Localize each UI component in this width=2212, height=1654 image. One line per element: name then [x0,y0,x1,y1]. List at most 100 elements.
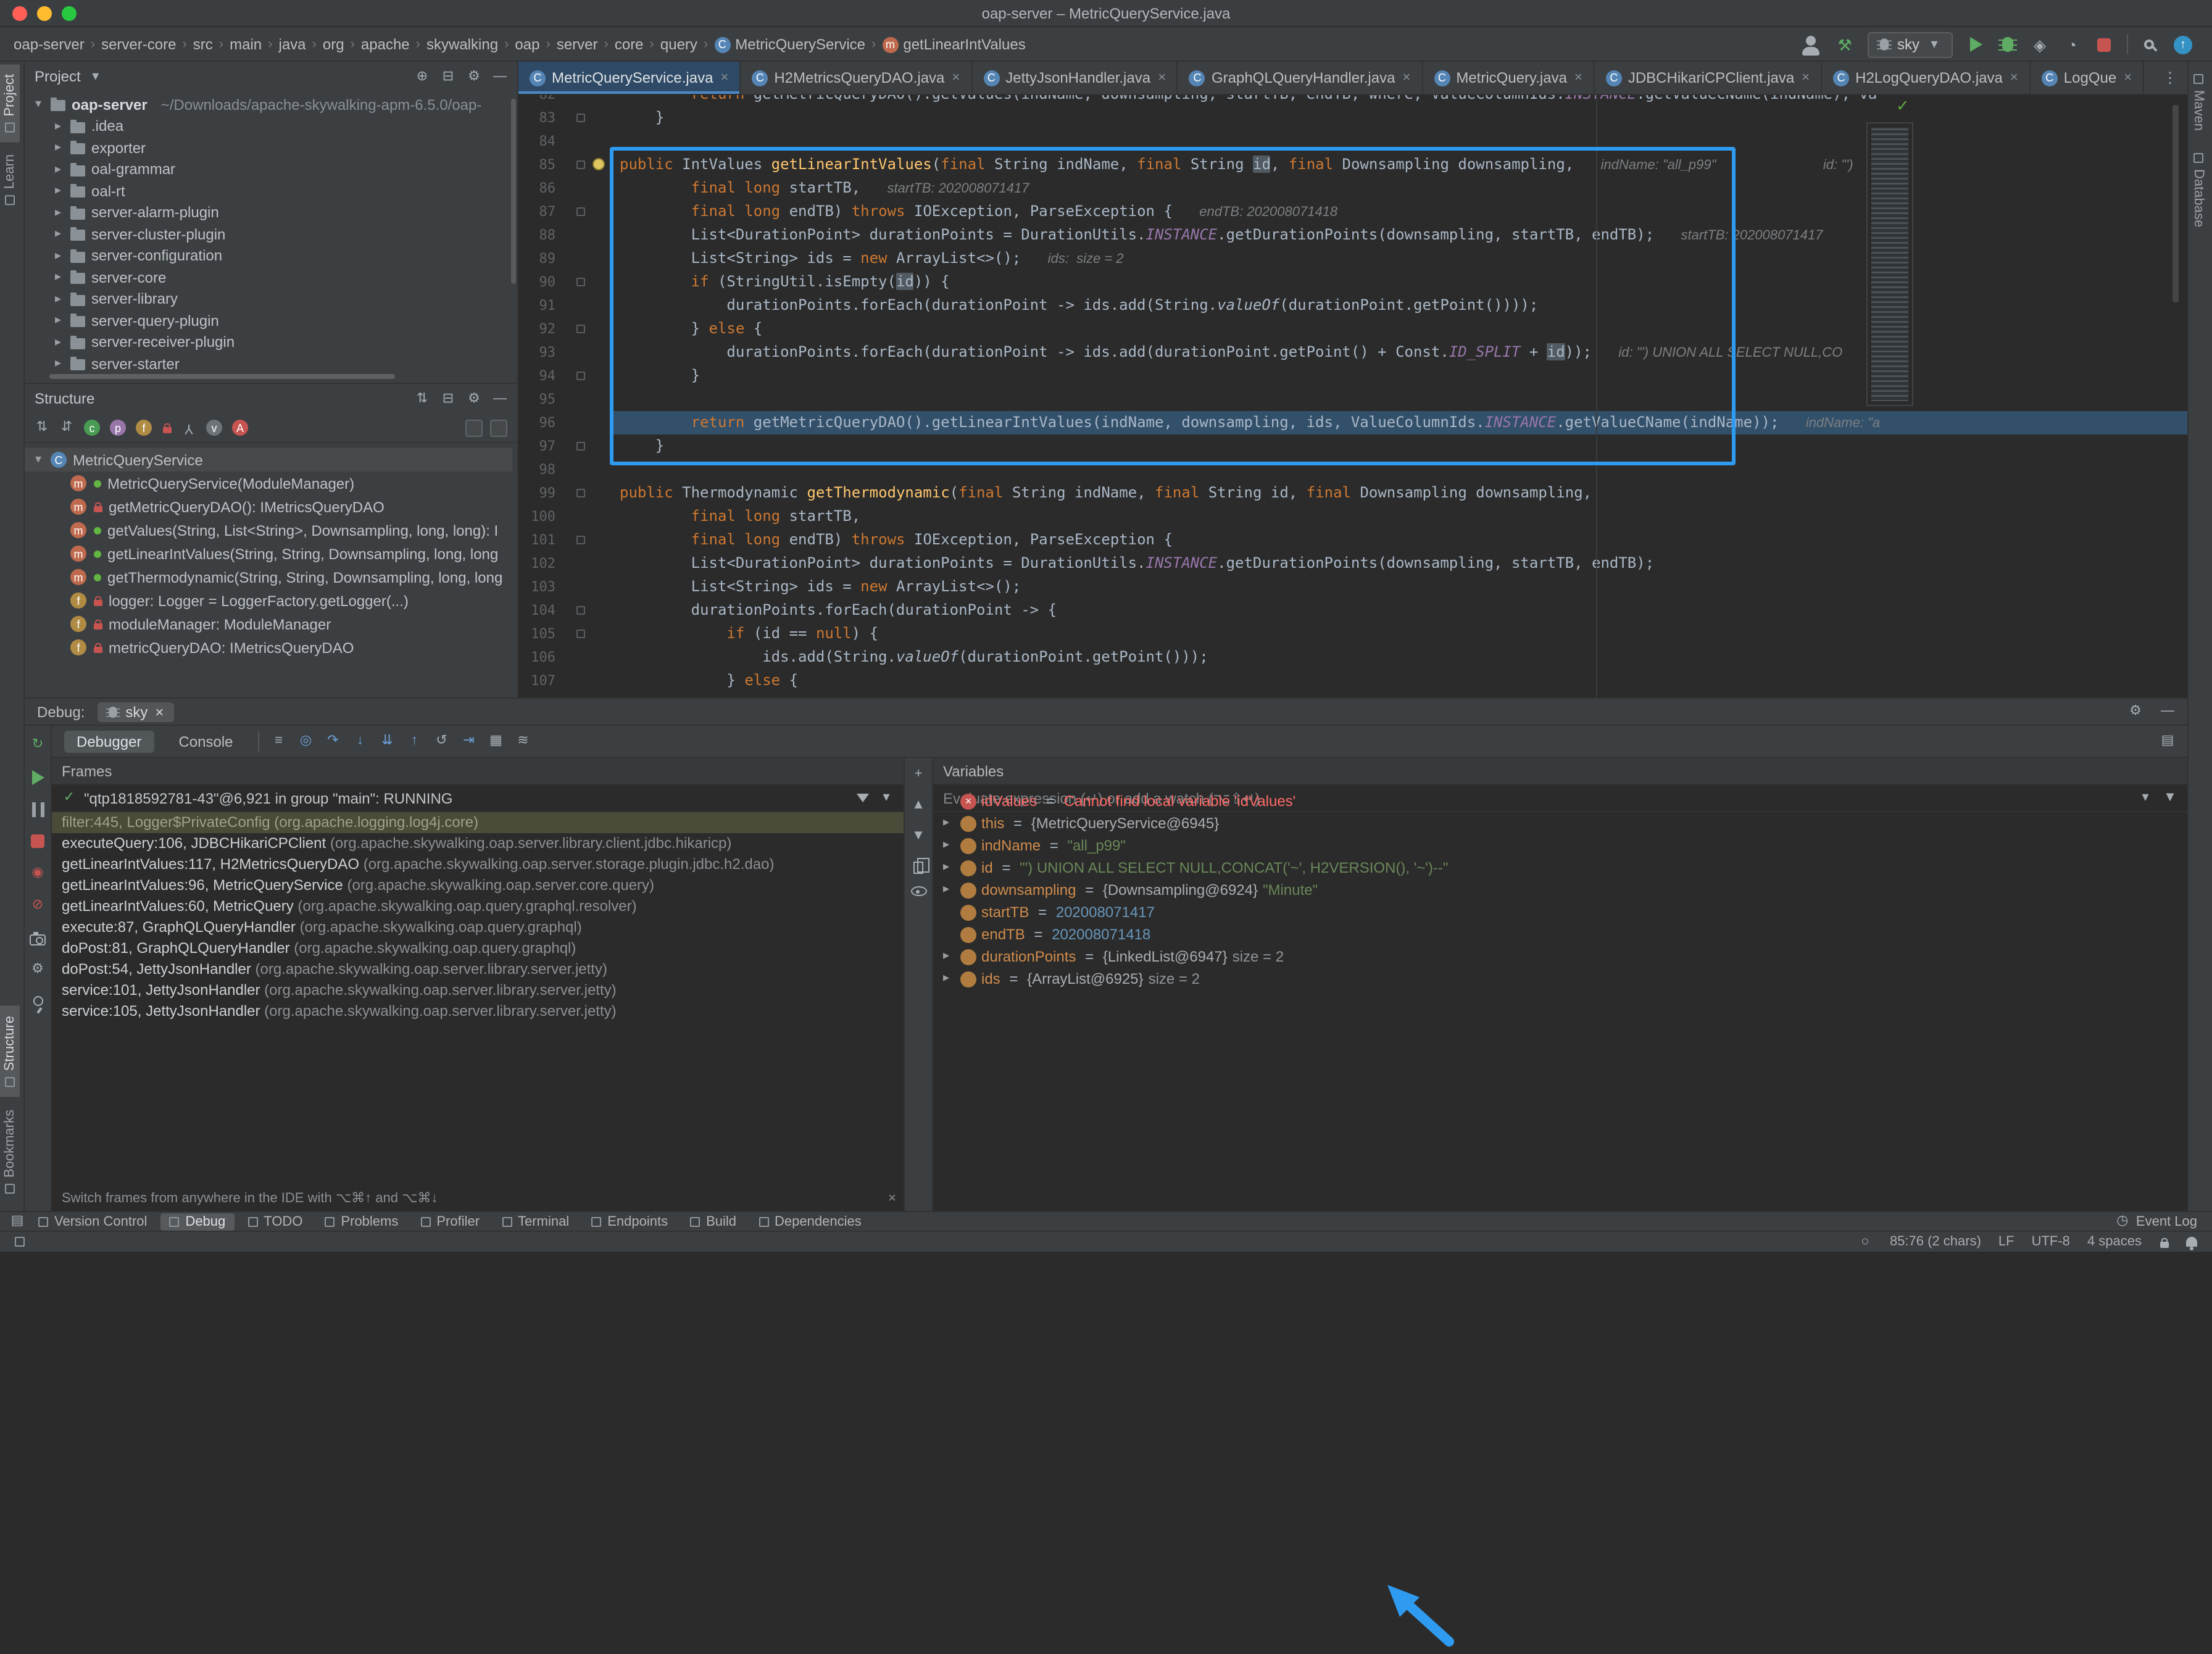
variable-row-id[interactable]: ▸id = "') UNION ALL SELECT NULL,CONCAT('… [933,857,2187,879]
code-line-97[interactable]: 97 } [518,434,2187,458]
close-tab-icon[interactable]: × [1402,70,1410,85]
line-number[interactable]: 94 [518,364,555,388]
project-tree-item-server-library[interactable]: ▸server-library [25,288,512,310]
line-number[interactable]: 102 [518,552,555,575]
inspection-ok-icon[interactable]: ✓ [1896,96,1910,116]
tree-toggle-icon[interactable]: ▸ [52,271,64,285]
force-step-into-button[interactable]: ⇊ [380,732,395,750]
line-number[interactable]: 85 [518,153,555,177]
tool-strip-button-structure[interactable]: Structure [0,1007,20,1097]
fold-marker-icon[interactable] [576,536,585,544]
code-line-93[interactable]: 93 durationPoints.forEach(durationPoint … [518,341,2187,364]
structure-item[interactable]: mgetMetricQueryDAO(): IMetricsQueryDAO [25,495,512,518]
tree-toggle-icon[interactable]: ▸ [52,314,64,328]
stack-frame[interactable]: doPost:81, GraphQLQueryHandler (org.apac… [52,938,904,959]
close-tab-icon[interactable]: × [1802,70,1810,85]
show-execution-point-button[interactable]: ◎ [299,732,314,750]
fold-marker-icon[interactable] [576,278,585,286]
restore-layout-button[interactable]: ▤ [2160,732,2175,750]
expand-icon[interactable]: ▸ [943,879,955,901]
variable-row-this[interactable]: ▸this = {MetricQueryService@6945} [933,812,2187,834]
line-number[interactable]: 106 [518,646,555,669]
collapse-all-icon[interactable]: ⊟ [441,67,455,86]
chevron-down-icon[interactable]: ▾ [879,789,894,807]
line-number[interactable]: 88 [518,223,555,247]
code-line-84[interactable]: 84 [518,130,2187,153]
tree-toggle-icon[interactable]: ▸ [52,293,64,306]
fold-marker-icon[interactable] [576,160,585,169]
fold-marker-icon[interactable] [576,606,585,615]
line-number[interactable]: 96 [518,411,555,434]
gear-icon[interactable]: ⚙ [467,389,481,408]
add-watch-icon[interactable]: + [911,765,926,784]
code-line-86[interactable]: 86 final long startTB, startTB: 20200807… [518,177,2187,200]
code-line-101[interactable]: 101 final long endTB) throws IOException… [518,528,2187,552]
tree-toggle-icon[interactable]: ▸ [52,206,64,220]
project-tree-item-oal-rt[interactable]: ▸oal-rt [25,180,512,202]
stack-frame[interactable]: filter:445, Logger$PrivateConfig (org.ap… [52,812,904,833]
ide-update-icon[interactable]: ↑ [2174,35,2192,54]
code-line-89[interactable]: 89 List<String> ids = new ArrayList<>();… [518,247,2187,270]
line-number[interactable]: 95 [518,388,555,411]
intention-bulb-icon[interactable] [592,158,605,170]
fold-marker-icon[interactable] [576,372,585,380]
fold-marker-icon[interactable] [576,207,585,216]
run-configuration-select[interactable]: sky ▾ [1868,31,1953,57]
code-line-82[interactable]: 82 return getMetricQueryDAO().getValues(… [518,95,2187,106]
project-tree-item-exporter[interactable]: ▸exporter [25,137,512,159]
project-tree-item-oal-grammar[interactable]: ▸oal-grammar [25,159,512,180]
pin-tab-button[interactable] [28,992,47,1011]
structure-item[interactable]: mgetValues(String, List<String>, Downsam… [25,518,512,542]
project-tree-item-server-core[interactable]: ▸server-core [25,267,512,288]
stack-frame[interactable]: doPost:54, JettyJsonHandler (org.apache.… [52,959,904,980]
toolwindow-button-dependencies[interactable]: Dependencies [750,1213,870,1230]
tree-toggle-icon[interactable]: ▸ [52,228,64,241]
tool-strip-button-database[interactable]: Database [2189,143,2208,237]
expand-icon[interactable]: ▸ [943,968,955,990]
step-out-button[interactable]: ↑ [407,732,422,750]
variable-row-indname[interactable]: ▸indName = "all_p99" [933,834,2187,857]
tool-strip-button-learn[interactable]: Learn [0,145,20,215]
code-line-106[interactable]: 106 ids.add(String.valueOf(durationPoint… [518,646,2187,669]
code-line-85[interactable]: 85public IntValues getLinearIntValues(fi… [518,153,2187,177]
code-line-95[interactable]: 95 [518,388,2187,411]
line-separator[interactable]: LF [1998,1234,2014,1249]
stop-button[interactable] [2095,35,2113,54]
breadcrumb-item-main[interactable]: main [228,36,263,53]
line-number[interactable]: 86 [518,177,555,200]
editor-tab-h2logquerydao-java[interactable]: CH2LogQueryDAO.java× [1822,62,2031,94]
project-tree-item-server-query-plugin[interactable]: ▸server-query-plugin [25,310,512,331]
code-line-102[interactable]: 102 List<DurationPoint> durationPoints =… [518,552,2187,575]
run-button[interactable] [1966,35,1985,54]
breadcrumb-item-java[interactable]: java [278,36,307,53]
notifications-icon[interactable] [2186,1237,2197,1247]
stack-frame[interactable]: executeQuery:106, JDBCHikariCPClient (or… [52,833,904,854]
code-line-90[interactable]: 90 if (StringUtil.isEmpty(id)) { [518,270,2187,294]
code-line-87[interactable]: 87 final long endTB) throws IOException,… [518,200,2187,223]
build-hammer-icon[interactable]: ⚒ [1836,35,1854,54]
close-tab-icon[interactable]: × [1158,70,1166,85]
code-line-96[interactable]: 96 return getMetricQueryDAO().getLinearI… [518,411,2187,434]
tree-toggle-icon[interactable]: ▾ [32,453,44,467]
search-everywhere-icon[interactable] [2142,35,2160,54]
code-line-104[interactable]: 104 durationPoints.forEach(durationPoint… [518,599,2187,622]
breadcrumb-item-src[interactable]: src [192,36,214,53]
tree-toggle-icon[interactable]: ▸ [52,185,64,198]
breadcrumb-item-skywalking[interactable]: skywalking [425,36,499,53]
project-hscrollbar[interactable] [49,374,395,379]
debugger-tab-console[interactable]: Console [166,730,245,752]
settings-sliders-button[interactable]: ≋ [516,732,531,750]
line-number[interactable]: 101 [518,528,555,552]
expand-icon[interactable]: ▸ [943,857,955,879]
structure-item[interactable]: mgetLinearIntValues(String, String, Down… [25,542,512,565]
debug-button[interactable] [1998,35,2017,54]
step-over-button[interactable]: ↷ [326,732,341,750]
code-line-91[interactable]: 91 durationPoints.forEach(durationPoint … [518,294,2187,317]
show-properties-icon[interactable]: p [110,420,126,436]
breadcrumb-item-metricqueryservice[interactable]: CMetricQueryService [713,36,867,53]
toolwindow-button-debug[interactable]: Debug [160,1213,234,1230]
sort-visibility-icon[interactable]: ⇵ [59,418,74,437]
thread-dump-button[interactable] [28,928,47,947]
structure-item[interactable]: flogger: Logger = LoggerFactory.getLogge… [25,589,512,612]
fold-marker-icon[interactable] [576,442,585,451]
